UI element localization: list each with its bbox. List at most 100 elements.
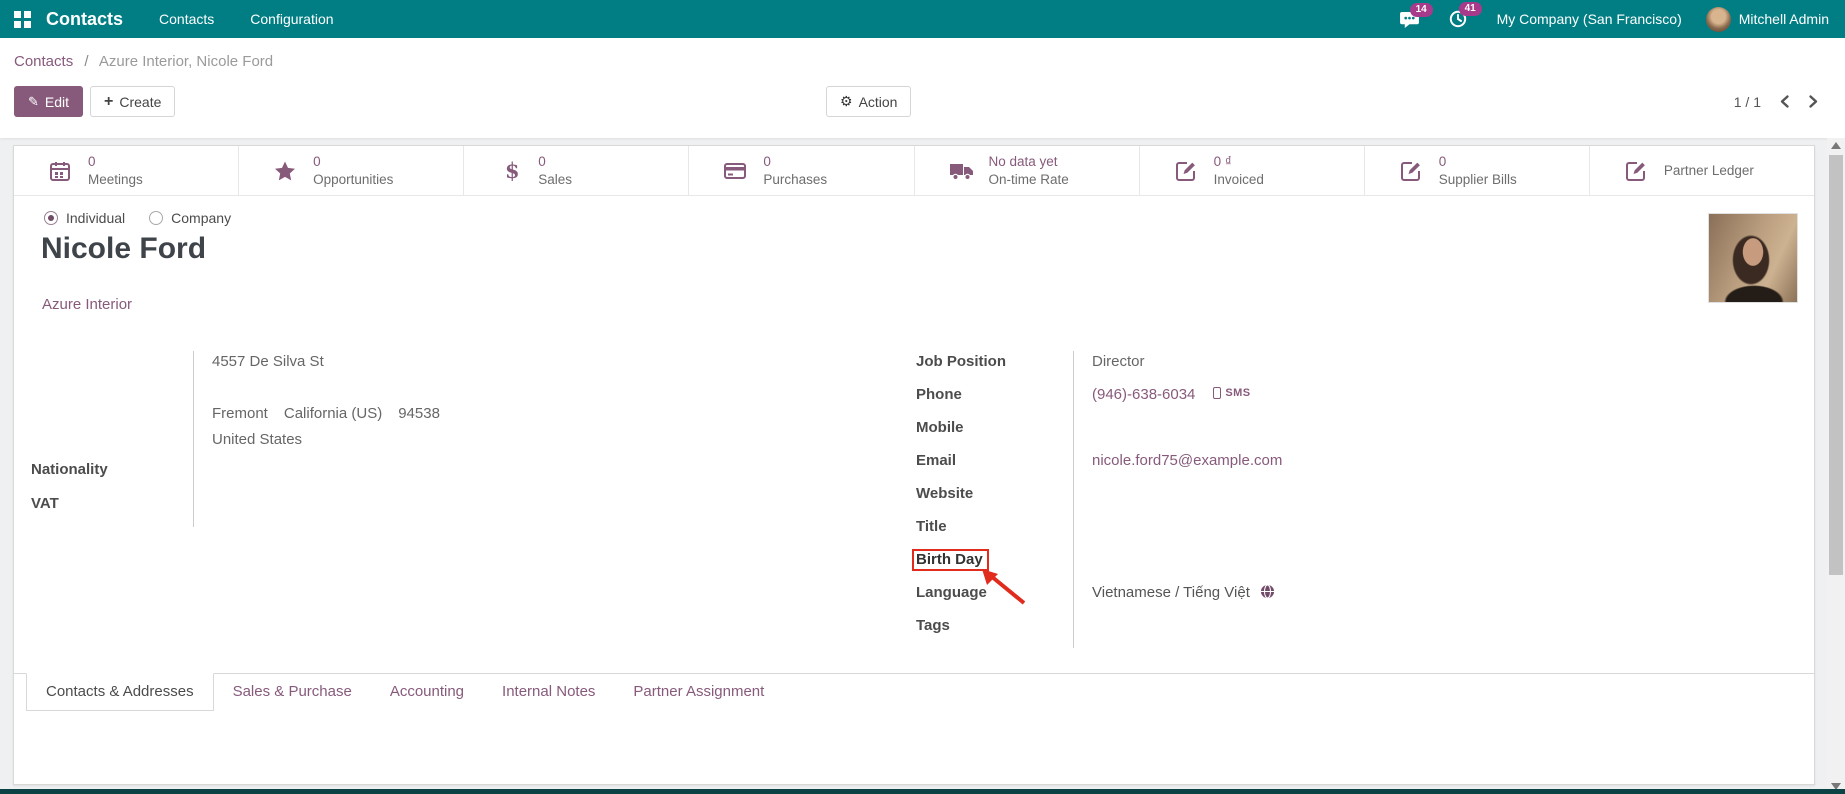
sms-button[interactable]: SMS xyxy=(1213,387,1250,399)
tab-internal-notes[interactable]: Internal Notes xyxy=(483,674,614,711)
stat-button-row: 0 Meetings 0 Opportunities $ 0 Sales 0 Purch… xyxy=(14,146,1814,196)
sales-stat-button[interactable]: $ 0 Sales xyxy=(464,146,690,195)
messages-icon[interactable]: 14 xyxy=(1399,2,1433,28)
pager-next-icon[interactable] xyxy=(1808,94,1819,109)
pager-value: 1 / 1 xyxy=(1733,93,1761,110)
street-value: 4557 De Silva St xyxy=(193,351,911,381)
meetings-count: 0 xyxy=(88,153,96,169)
menu-contacts[interactable]: Contacts xyxy=(159,11,214,27)
app-title[interactable]: Contacts xyxy=(46,9,123,30)
tags-value xyxy=(1073,615,1636,648)
phone-label: Phone xyxy=(916,386,962,403)
vat-label: VAT xyxy=(31,495,59,512)
supplier-bills-stat-button[interactable]: 0 Supplier Bills xyxy=(1364,146,1590,195)
nationality-label: Nationality xyxy=(31,461,108,478)
vat-value xyxy=(193,493,911,527)
dollar-icon: $ xyxy=(498,159,524,183)
breadcrumb-current: Azure Interior, Nicole Ford xyxy=(98,53,274,70)
apps-menu-icon[interactable] xyxy=(14,10,31,28)
star-icon xyxy=(273,159,299,183)
mobile-value xyxy=(1073,417,1636,450)
messages-badge: 14 xyxy=(1409,2,1433,17)
menu-configuration[interactable]: Configuration xyxy=(250,11,333,27)
address-column: 4557 De Silva St Fremont California (US) 9… xyxy=(31,351,911,527)
tab-partner-assignment[interactable]: Partner Assignment xyxy=(614,674,783,711)
invoiced-stat-button[interactable]: 0 ₫ Invoiced xyxy=(1139,146,1365,195)
language-label: Language xyxy=(916,584,987,601)
radio-company[interactable]: Company xyxy=(149,210,231,226)
edit-button[interactable]: Edit xyxy=(14,86,84,117)
edit-note-icon xyxy=(1174,159,1200,183)
user-avatar[interactable] xyxy=(1705,6,1731,32)
breadcrumb-separator: / xyxy=(84,53,89,70)
breadcrumb-contacts-link[interactable]: Contacts xyxy=(14,53,73,70)
gear-icon xyxy=(840,93,853,110)
notebook-tabs: Contacts & Addresses Sales & Purchase Ac… xyxy=(14,673,1814,711)
country-value: United States xyxy=(193,429,911,459)
top-navbar: Contacts Contacts Configuration 14 41 My… xyxy=(0,0,1845,38)
globe-icon xyxy=(1260,584,1274,599)
bottom-edge-bar xyxy=(0,789,1845,794)
title-value xyxy=(1073,516,1636,549)
tags-label: Tags xyxy=(916,617,950,634)
email-label: Email xyxy=(916,452,957,469)
radio-individual-dot[interactable] xyxy=(44,211,58,225)
tab-sales-purchase[interactable]: Sales & Purchase xyxy=(214,674,371,711)
tab-accounting[interactable]: Accounting xyxy=(371,674,483,711)
create-button[interactable]: Create xyxy=(90,86,176,117)
contact-photo xyxy=(1708,213,1798,303)
parent-company-link[interactable]: Azure Interior xyxy=(42,296,132,313)
pager-previous-icon[interactable] xyxy=(1779,94,1790,109)
edit-note-icon xyxy=(1399,159,1425,183)
opportunities-count: 0 xyxy=(313,153,321,169)
scroll-up-icon[interactable] xyxy=(1831,142,1841,149)
breadcrumb: Contacts / Azure Interior, Nicole Ford xyxy=(14,53,273,70)
radio-company-dot[interactable] xyxy=(149,211,164,225)
company-switcher[interactable]: My Company (San Francisco) xyxy=(1497,11,1682,27)
radio-individual[interactable]: Individual xyxy=(44,210,125,226)
svg-text:$: $ xyxy=(505,159,520,183)
supplier-bills-count: 0 xyxy=(1438,153,1447,169)
activities-clock-icon[interactable]: 41 xyxy=(1449,2,1482,28)
activities-badge: 41 xyxy=(1458,2,1482,16)
job-position-label: Job Position xyxy=(916,353,1006,370)
contact-name: Nicole Ford xyxy=(41,232,207,265)
action-button[interactable]: Action xyxy=(826,86,912,117)
credit-card-icon xyxy=(723,159,749,183)
zip-value: 94538 xyxy=(398,405,440,422)
ontime-rate-stat-button[interactable]: No data yet On-time Rate xyxy=(914,146,1140,195)
ontime-rate-value: No data yet xyxy=(988,153,1058,169)
partner-ledger-stat-button[interactable]: Partner Ledger xyxy=(1589,146,1814,195)
city-state-zip-row: Fremont California (US) 94538 xyxy=(193,403,911,429)
state-value: California (US) xyxy=(283,405,383,422)
birth-day-label-highlighted: Birth Day xyxy=(912,549,989,571)
company-type-selector: Individual Company xyxy=(44,210,231,226)
city-value: Fremont xyxy=(212,405,268,422)
street2-value xyxy=(193,381,911,403)
nationality-value xyxy=(193,459,911,493)
website-value xyxy=(1073,483,1636,516)
plus-icon xyxy=(104,93,113,111)
website-label: Website xyxy=(916,485,974,502)
job-position-value: Director xyxy=(1073,351,1636,384)
user-menu[interactable]: Mitchell Admin xyxy=(1739,11,1829,27)
scrollbar-thumb[interactable] xyxy=(1829,155,1843,575)
email-link[interactable]: nicole.ford75@example.com xyxy=(1092,452,1282,469)
odoo-contact-form-page: Contacts Contacts Configuration 14 41 My… xyxy=(0,0,1845,794)
opportunities-stat-button[interactable]: 0 Opportunities xyxy=(239,146,465,195)
purchases-stat-button[interactable]: 0 Purchases xyxy=(689,146,915,195)
meetings-stat-button[interactable]: 0 Meetings xyxy=(14,146,240,195)
language-value: Vietnamese / Tiếng Việt xyxy=(1092,584,1250,601)
title-label: Title xyxy=(916,518,947,535)
birth-day-value xyxy=(1073,549,1636,582)
pencil-icon xyxy=(28,93,39,110)
vertical-scrollbar[interactable] xyxy=(1827,138,1845,794)
mobile-phone-icon xyxy=(1213,387,1222,399)
control-panel: Contacts / Azure Interior, Nicole Ford E… xyxy=(0,38,1845,138)
purchases-count: 0 xyxy=(763,153,771,169)
phone-link[interactable]: (946)-638-6034 xyxy=(1092,386,1195,403)
details-column: Job Position Director Phone (946)-638-6034… xyxy=(912,351,1636,648)
truck-icon xyxy=(949,159,975,183)
tab-contacts-addresses[interactable]: Contacts & Addresses xyxy=(26,673,214,711)
sales-count: 0 xyxy=(538,153,546,169)
